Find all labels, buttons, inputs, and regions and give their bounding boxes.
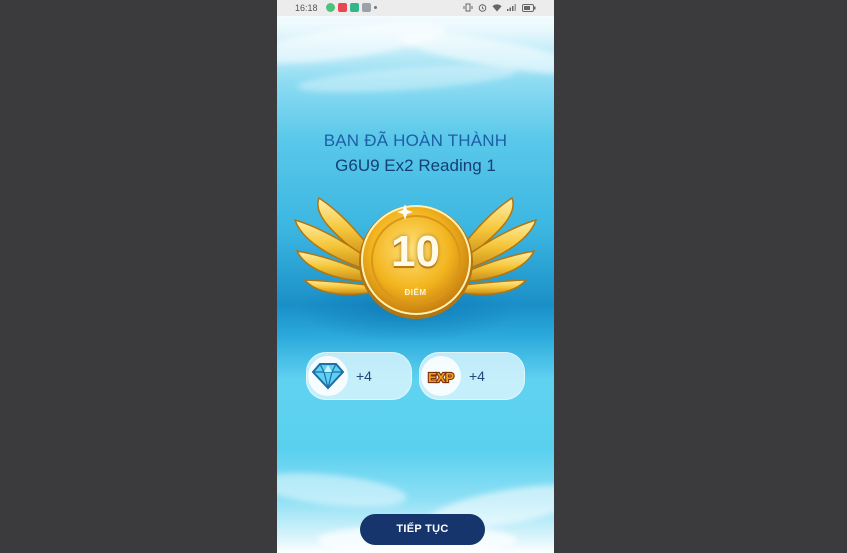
exp-icon-text: EXP xyxy=(428,370,454,385)
score-medal: 10 ĐIỂM xyxy=(277,196,554,321)
score-value: 10 xyxy=(391,227,440,276)
music-icon xyxy=(338,3,347,12)
wifi-icon xyxy=(492,4,502,12)
diamond-icon-badge xyxy=(308,356,348,396)
exp-reward: EXP +4 xyxy=(419,352,525,400)
water-wave xyxy=(277,467,409,513)
alarm-icon xyxy=(478,4,487,12)
water-wave xyxy=(296,60,518,98)
status-bar: 16:18 xyxy=(277,0,554,16)
more-notifications-icon xyxy=(374,6,377,9)
continue-button[interactable]: TIẾP TỤC xyxy=(360,514,485,545)
signal-icon xyxy=(507,4,516,11)
battery-icon xyxy=(522,3,536,12)
exp-reward-value: +4 xyxy=(469,368,485,384)
diamond-reward-value: +4 xyxy=(356,368,372,384)
gallery-icon xyxy=(362,3,371,12)
diamond-reward: +4 xyxy=(306,352,412,400)
exp-icon: EXP xyxy=(427,369,456,386)
vibrate-icon xyxy=(463,3,473,12)
lesson-title: G6U9 Ex2 Reading 1 xyxy=(335,156,496,175)
system-icons xyxy=(463,3,536,12)
app-icon xyxy=(350,3,359,12)
diamond-icon xyxy=(312,363,344,390)
notification-icons xyxy=(326,3,377,12)
status-time: 16:18 xyxy=(295,3,318,13)
exp-icon-badge: EXP xyxy=(421,356,461,396)
phone-screen: 16:18 BẠN ĐÃ HOÀN THÀNH G6U9 Ex2 Reading… xyxy=(277,0,554,553)
completion-heading: BẠN ĐÃ HOÀN THÀNH xyxy=(323,131,508,150)
score-label: ĐIỂM xyxy=(404,288,427,297)
messenger-icon xyxy=(326,3,335,12)
